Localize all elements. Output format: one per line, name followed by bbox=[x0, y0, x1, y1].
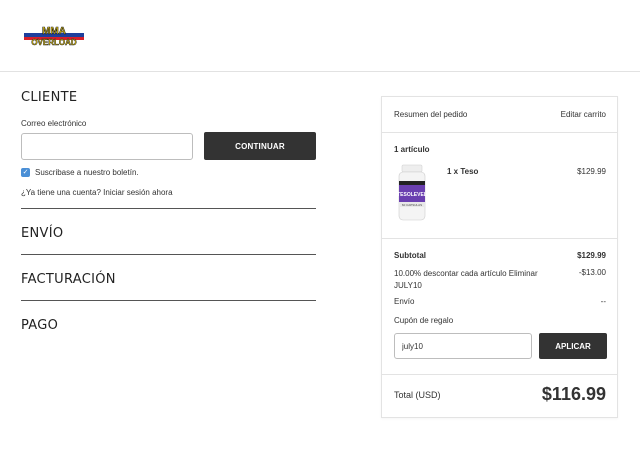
payment-section-title[interactable]: PAGO bbox=[21, 318, 58, 333]
coupon-input[interactable] bbox=[394, 333, 532, 359]
summary-divider bbox=[382, 238, 617, 239]
signin-prompt: ¿Ya tiene una cuenta? Iniciar sesión aho… bbox=[21, 188, 173, 197]
customer-section-title: CLIENTE bbox=[21, 90, 78, 105]
mma-overload-logo[interactable]: MMA OVERLOAD bbox=[24, 24, 84, 48]
total-value: $116.99 bbox=[541, 384, 606, 404]
newsletter-label: Suscribase a nuestro boletín. bbox=[35, 168, 139, 177]
shipping-label: Envío bbox=[394, 297, 415, 306]
signin-question: ¿Ya tiene una cuenta? bbox=[21, 188, 101, 197]
site-header: MMA OVERLOAD bbox=[0, 0, 640, 72]
email-field[interactable] bbox=[21, 133, 193, 160]
order-summary: Resumen del pedido Editar carrito 1 artí… bbox=[381, 96, 618, 418]
section-divider bbox=[21, 300, 316, 301]
items-count: 1 artículo bbox=[394, 145, 430, 154]
logo-text-bottom: OVERLOAD bbox=[31, 38, 77, 47]
email-label: Correo electrónico bbox=[21, 119, 87, 128]
subtotal-value: $129.99 bbox=[577, 251, 606, 260]
summary-divider bbox=[382, 374, 617, 375]
logo-text-top: MMA bbox=[42, 26, 66, 37]
discount-label: 10.00% descontar cada artículo Eliminar … bbox=[394, 269, 538, 290]
shipping-section-title[interactable]: ENVÍO bbox=[21, 226, 63, 241]
section-divider bbox=[21, 254, 316, 255]
signin-link[interactable]: Iniciar sesión ahora bbox=[103, 188, 172, 197]
checkmark-icon: ✓ bbox=[22, 169, 29, 176]
product-image-label: TESOLEVEL bbox=[397, 192, 427, 198]
section-divider bbox=[21, 208, 316, 209]
product-price: $129.99 bbox=[577, 167, 606, 176]
continue-button[interactable]: CONTINUAR bbox=[204, 132, 316, 160]
product-image: TESOLEVEL 60 CAPSULAS bbox=[394, 163, 430, 223]
discount-value: -$13.00 bbox=[578, 268, 606, 277]
edit-cart-link[interactable]: Editar carrito bbox=[561, 110, 606, 119]
subtotal-label: Subtotal bbox=[394, 251, 426, 260]
billing-section-title[interactable]: FACTURACIÓN bbox=[21, 272, 116, 287]
total-label: Total (USD) bbox=[394, 390, 441, 400]
newsletter-option[interactable]: ✓ Suscribase a nuestro boletín. bbox=[21, 168, 139, 177]
newsletter-checkbox[interactable]: ✓ bbox=[21, 168, 30, 177]
apply-coupon-button[interactable]: APLICAR bbox=[539, 333, 607, 359]
coupon-label: Cupón de regalo bbox=[394, 316, 454, 325]
summary-header: Resumen del pedido Editar carrito bbox=[382, 97, 617, 133]
product-name: 1 x Teso bbox=[447, 167, 479, 176]
shipping-value: -- bbox=[600, 297, 606, 306]
product-image-caption: 60 CAPSULAS bbox=[402, 203, 422, 207]
summary-title: Resumen del pedido bbox=[394, 110, 468, 119]
